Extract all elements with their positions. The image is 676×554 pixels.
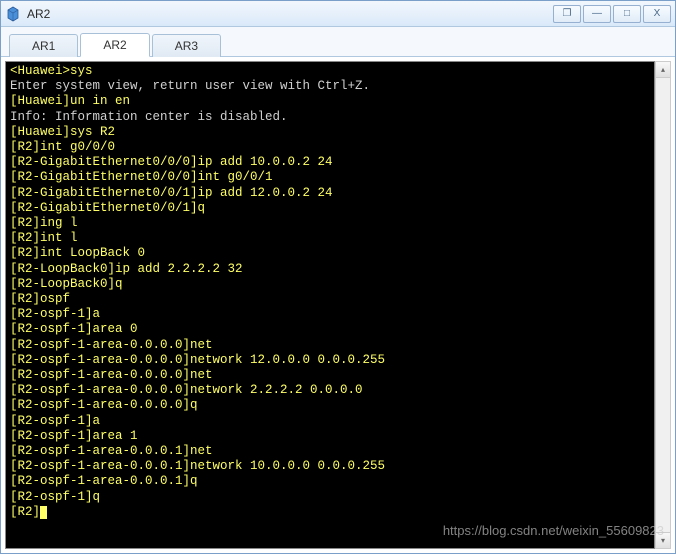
tab-ar1[interactable]: AR1 <box>9 34 78 57</box>
tab-bar: AR1 AR2 AR3 <box>1 27 675 57</box>
maximize-button[interactable]: □ <box>613 5 641 23</box>
close-button[interactable]: X <box>643 5 671 23</box>
scroll-track[interactable] <box>656 78 670 532</box>
scrollbar[interactable]: ▴ ▾ <box>655 61 671 549</box>
popout-button[interactable]: ❐ <box>553 5 581 23</box>
tab-ar2[interactable]: AR2 <box>80 33 149 57</box>
minimize-button[interactable]: — <box>583 5 611 23</box>
window-title: AR2 <box>27 7 553 21</box>
terminal-wrapper: <Huawei>sys Enter system view, return us… <box>1 57 675 553</box>
window-controls: ❐ — □ X <box>553 5 671 23</box>
terminal-output[interactable]: <Huawei>sys Enter system view, return us… <box>5 61 655 549</box>
titlebar: AR2 ❐ — □ X <box>1 1 675 27</box>
app-icon <box>5 6 21 22</box>
scroll-up-button[interactable]: ▴ <box>656 62 670 78</box>
app-window: AR2 ❐ — □ X AR1 AR2 AR3 <Huawei>sys Ente… <box>0 0 676 554</box>
tab-ar3[interactable]: AR3 <box>152 34 221 57</box>
scroll-down-button[interactable]: ▾ <box>656 532 670 548</box>
